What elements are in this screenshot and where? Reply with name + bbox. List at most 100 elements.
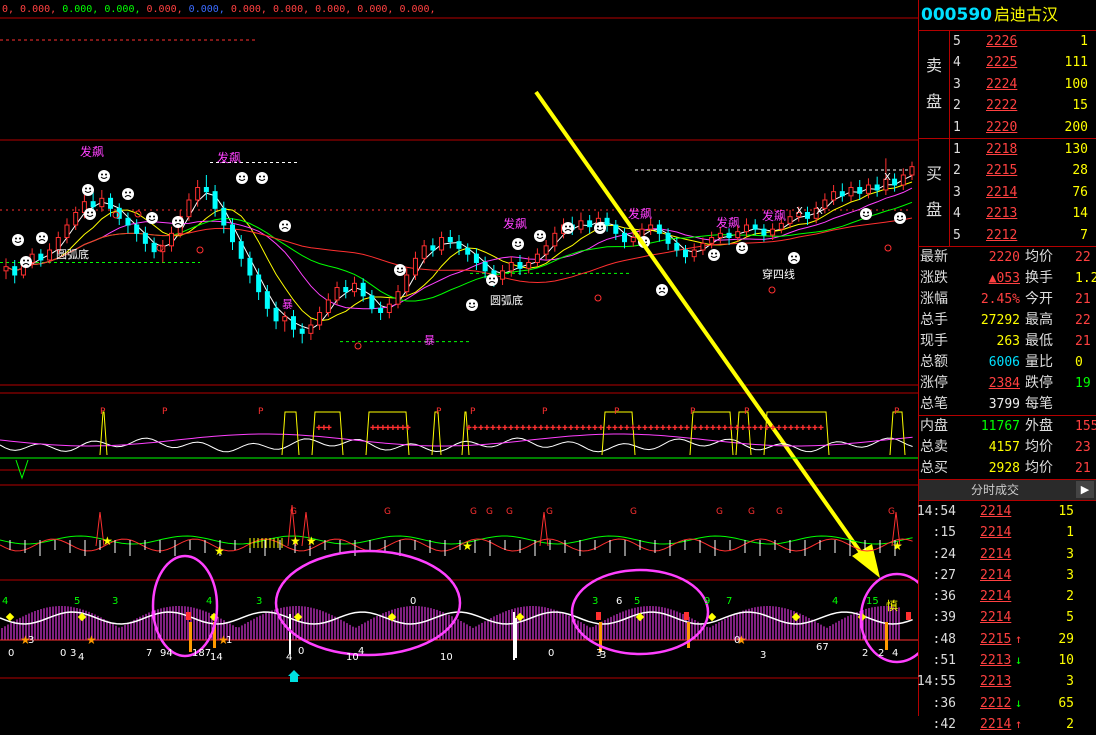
smiley-icon-eye [105, 173, 107, 176]
candle-body [456, 241, 462, 249]
asks-row[interactable]: 2 2222 15 [950, 95, 1096, 116]
tick-row[interactable]: 14:54 2214 15 [916, 501, 1096, 522]
candle-body [203, 187, 209, 193]
stat-row: 涨幅 2.45% 今开 21 [919, 289, 1096, 310]
candle-body [587, 220, 593, 228]
tick-row[interactable]: :15 2214 1 [919, 522, 1096, 543]
candle-body [691, 249, 697, 258]
candle-body [909, 166, 915, 176]
ticks-tab-bar[interactable]: 分时成交 ▶ [919, 478, 1096, 501]
oscillator-marker [15, 459, 29, 480]
marker-label: X [796, 206, 803, 217]
diamond-marker [515, 612, 525, 622]
bids-row[interactable]: 4 2213 14 [950, 203, 1096, 224]
candle-body [447, 237, 453, 243]
bids-row[interactable]: 1 2218 130 [950, 139, 1096, 160]
bids-price: 2214 [986, 184, 1018, 200]
bids-volume: 76 [1072, 184, 1088, 200]
smiley-icon-eye [263, 175, 265, 178]
asks-row[interactable]: 4 2225 111 [950, 52, 1096, 73]
tick-row[interactable]: :27 2214 3 [919, 565, 1096, 586]
stat-label: 均价 [1025, 459, 1053, 476]
smiley-icon-eye [515, 241, 517, 244]
number-label: 187 [192, 648, 211, 659]
sell-side-label: 卖盘 [919, 31, 950, 138]
signal-dot [196, 246, 204, 254]
g-marker: G [888, 507, 895, 517]
tick-volume: 65 [1058, 695, 1074, 711]
tick-row[interactable]: 14:55 2213 3 [917, 671, 1096, 692]
smiley-icon [486, 274, 498, 286]
smiley-icon [236, 172, 248, 184]
cross-marker: ✚ [818, 424, 824, 432]
tick-row[interactable]: :36 2212 ↓ 65 [919, 693, 1096, 714]
candle-body [169, 232, 175, 247]
bids-level: 3 [953, 184, 961, 200]
signal-label: 发飙 [628, 206, 652, 221]
tick-list[interactable]: 14:54 2214 15:15 2214 1:24 2214 3:27 2214 3:36 22… [916, 501, 1096, 735]
g-marker: G [546, 507, 553, 517]
orange-bar [885, 622, 888, 650]
number-label: 3 [112, 596, 118, 607]
tab-next-arrow-icon[interactable]: ▶ [1076, 480, 1094, 498]
smiley-icon-eye [87, 211, 89, 214]
stat-label: 涨幅 [920, 290, 948, 307]
buy-side-label: 买盘 [919, 138, 950, 246]
k-line-chart-area[interactable]: 0, 0.000, 0.000, 0.000, 0.000, 0.000, 0.… [0, 0, 918, 716]
smiley-icon [736, 242, 748, 254]
candle-body [839, 191, 845, 197]
quote-stats: 最新 2220 均价 22 涨跌 ▲053 换手 1.2 涨幅 2.45% 今开 21 总手 27292 最… [919, 247, 1096, 415]
smiley-icon [82, 184, 94, 196]
candle-body [534, 253, 540, 264]
candle-body [552, 232, 558, 247]
pattern-label: 圆弧底 [490, 293, 523, 307]
asks-row[interactable]: 1 2220 200 [950, 117, 1096, 138]
tick-row[interactable]: :36 2214 2 [919, 586, 1096, 607]
tick-row[interactable]: :24 2214 3 [919, 544, 1096, 565]
stat-row: 总手 27292 最高 22 [919, 310, 1096, 331]
candle-body [865, 184, 871, 194]
candle-body [526, 262, 532, 269]
cross-marker: ✚ [326, 424, 332, 432]
number-label: 67 [816, 642, 829, 653]
asks-row[interactable]: 3 2224 100 [950, 74, 1096, 95]
stat-label: 最新 [920, 248, 948, 265]
tick-price: 2215 [980, 631, 1012, 647]
tick-time: 14:54 [916, 503, 956, 519]
p-marker: P [542, 407, 548, 417]
smiley-icon-eye [129, 191, 131, 194]
tick-row[interactable]: :42 2214 ↑ 2 [919, 714, 1096, 735]
stock-header[interactable]: 000590 启迪古汉 [919, 0, 1096, 31]
candle-body [831, 191, 837, 201]
candle-body [369, 295, 375, 309]
bids-level: 1 [953, 141, 961, 157]
candle-body [709, 237, 715, 244]
tab-ticks[interactable]: 分时成交 [919, 480, 1071, 500]
asks-price: 2220 [986, 119, 1018, 135]
candle-body [125, 217, 131, 226]
bids-row[interactable]: 5 2212 7 [950, 225, 1096, 246]
tick-row[interactable]: :51 2213 ↓ 10 [919, 650, 1096, 671]
candle-body [386, 303, 392, 313]
smiley-icon [279, 220, 291, 232]
stat-label: 跌停 [1025, 374, 1053, 391]
stat-label: 换手 [1025, 269, 1053, 286]
smiley-icon-eye [27, 259, 29, 262]
pattern-label: 圆弧底 [56, 247, 89, 261]
bids-row[interactable]: 2 2215 28 [950, 160, 1096, 181]
asks-row[interactable]: 5 2226 1 [950, 31, 1096, 52]
stat-value: 2928 [988, 460, 1020, 476]
tick-price: 2212 [980, 695, 1012, 711]
signal-pulse [431, 411, 442, 456]
bids-row[interactable]: 3 2214 76 [950, 182, 1096, 203]
number-label: 3 [256, 596, 262, 607]
tick-row[interactable]: :39 2214 5 [919, 607, 1096, 628]
chart-canvas[interactable]: 发飙 发飙发飙发飙发飙 发飙圆弧底圆弧底穿四线暴暴XX XP P P P P P P P P P✚ ✚ ✚ ✚… [0, 0, 918, 716]
tick-price: 2213 [980, 652, 1012, 668]
arrow-up-icon: ↑ [1015, 716, 1023, 731]
tick-row[interactable]: :48 2215 ↑ 29 [919, 629, 1096, 650]
number-label: 0 [8, 648, 14, 659]
asks-volume: 15 [1072, 98, 1088, 114]
red-tag [684, 612, 689, 620]
candle-body [622, 232, 628, 243]
